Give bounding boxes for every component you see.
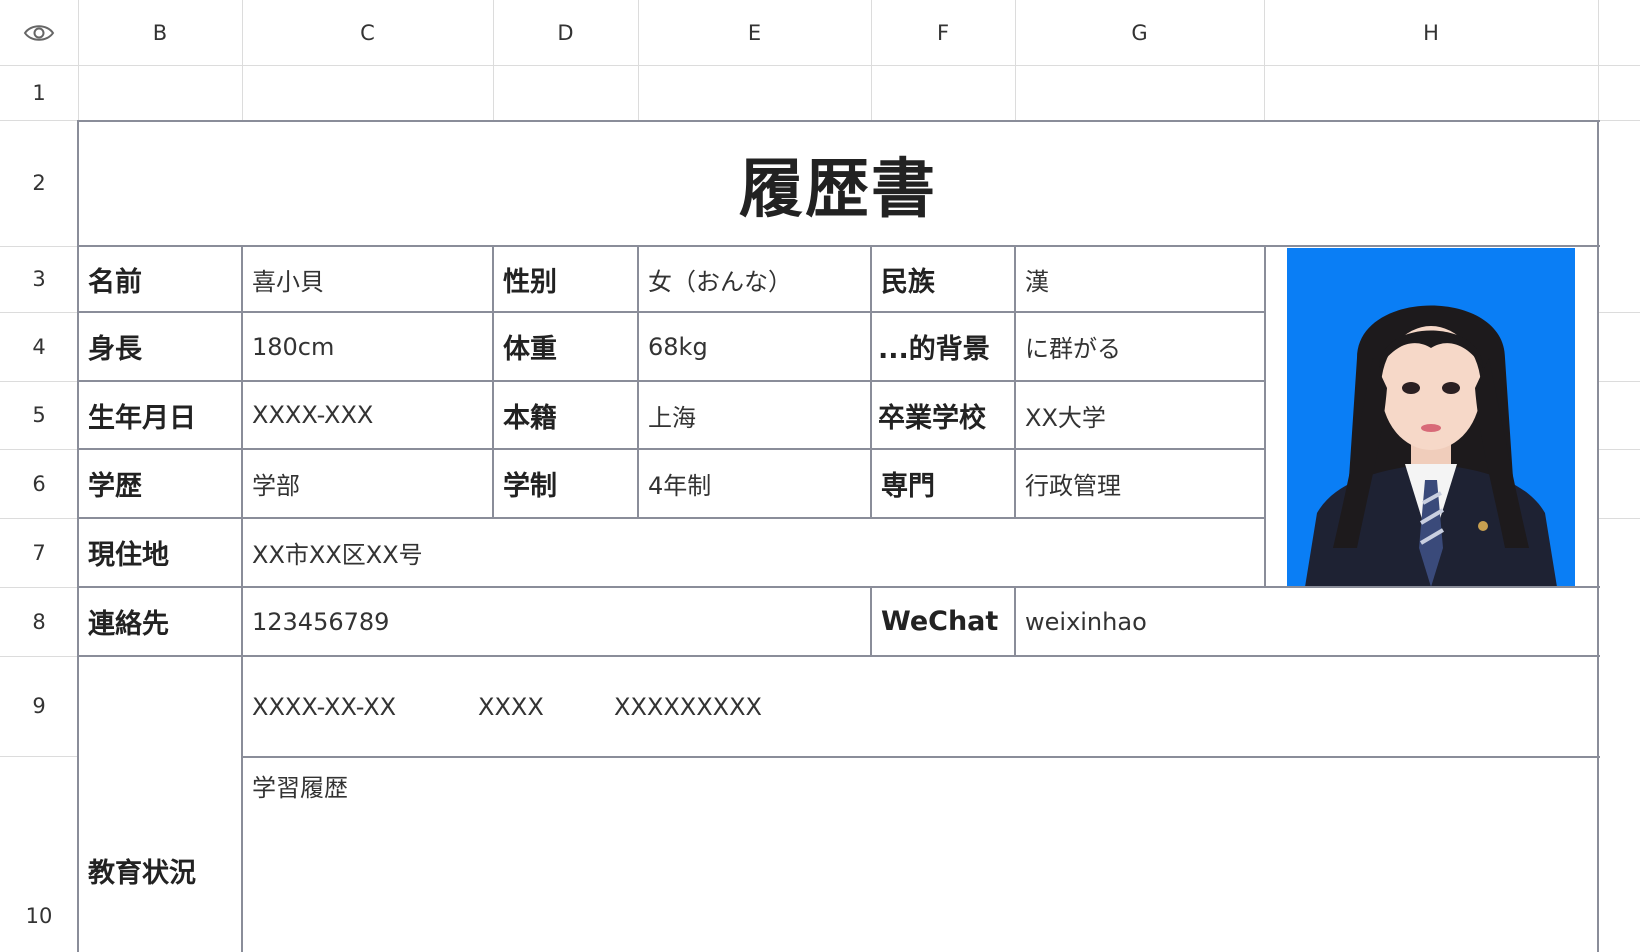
cell-origin-value[interactable]: 上海 [639,382,870,448]
eye-icon[interactable] [0,0,78,65]
cell-birth-label[interactable]: 生年月日 [79,382,241,448]
cell-gender-label[interactable]: 性别 [494,247,637,311]
gridline [1598,312,1640,313]
cell-gender-value[interactable]: 女（おんな） [639,247,870,311]
row-header-5[interactable]: 5 [0,381,78,449]
column-header-e[interactable]: E [638,0,871,65]
cell-ethnicity-value[interactable]: 漢 [1016,247,1264,311]
cell-school-value[interactable]: XX大学 [1016,382,1264,448]
cell-address-value[interactable]: XX市XX区XX号 [243,519,1263,586]
column-header-h[interactable]: H [1264,0,1598,65]
gridline [0,756,78,757]
border [1264,245,1266,587]
row-header-10[interactable]: 10 [0,880,78,952]
cell-contact-label[interactable]: 連絡先 [79,588,241,655]
cell-system-value[interactable]: 4年制 [639,450,870,517]
cell-name-label[interactable]: 名前 [79,247,241,311]
column-header-f[interactable]: F [871,0,1015,65]
cell-education-label[interactable]: 学歴 [79,450,241,517]
column-header-b[interactable]: B [78,0,242,65]
cell-major-label[interactable]: 専門 [872,450,1014,517]
education-date: XXXX-XX-XX [252,692,397,721]
cell-education-row[interactable]: XXXX-XX-XX XXXX XXXXXXXXX [243,657,1597,756]
row-header-1[interactable]: 1 [0,65,78,120]
profile-photo [1287,248,1575,587]
row-header-6[interactable]: 6 [0,449,78,518]
gridline [1598,518,1640,519]
column-header-c[interactable]: C [242,0,493,65]
row-header-4[interactable]: 4 [0,312,78,381]
row-header-8[interactable]: 8 [0,587,78,656]
cell-height-label[interactable]: 身長 [79,313,241,380]
education-col2: XXXX [478,692,544,721]
cell-background-value[interactable]: に群がる [1016,313,1264,380]
cell-height-value[interactable]: 180cm [243,313,492,380]
row-header-3[interactable]: 3 [0,246,78,312]
gridline [0,65,1640,66]
cell-birth-value[interactable]: XXXX-XXX [243,382,492,448]
cell-ethnicity-label[interactable]: 民族 [872,247,1014,311]
cell-background-label[interactable]: ...的背景 [872,313,1014,380]
cell-school-label[interactable]: 卒業学校 [872,382,1014,448]
cell-contact-value[interactable]: 123456789 [243,588,870,655]
cell-name-value[interactable]: 喜小貝 [243,247,492,311]
column-header-d[interactable]: D [493,0,638,65]
cell-education-status-label[interactable]: 教育状況 [79,657,241,952]
cell-system-label[interactable]: 学制 [494,450,637,517]
cell-major-value[interactable]: 行政管理 [1016,450,1264,517]
cell-origin-label[interactable]: 本籍 [494,382,637,448]
row-header-7[interactable]: 7 [0,518,78,587]
cell-learning-history[interactable]: 学習履歴 [243,758,1597,952]
education-col3: XXXXXXXXX [614,692,762,721]
cell-weight-label[interactable]: 体重 [494,313,637,380]
cell-address-label[interactable]: 現住地 [79,519,241,586]
gridline [1598,449,1640,450]
gridline [1598,381,1640,382]
resume-title[interactable]: 履歴書 [78,122,1598,245]
row-header-9[interactable]: 9 [0,656,78,756]
cell-education-value[interactable]: 学部 [243,450,492,517]
cell-wechat-value[interactable]: weixinhao [1016,588,1596,655]
portrait-illustration [1305,305,1557,587]
column-header-g[interactable]: G [1015,0,1264,65]
row-header-2[interactable]: 2 [0,120,78,246]
cell-weight-value[interactable]: 68kg [639,313,870,380]
cell-wechat-label[interactable]: WeChat [872,588,1014,655]
